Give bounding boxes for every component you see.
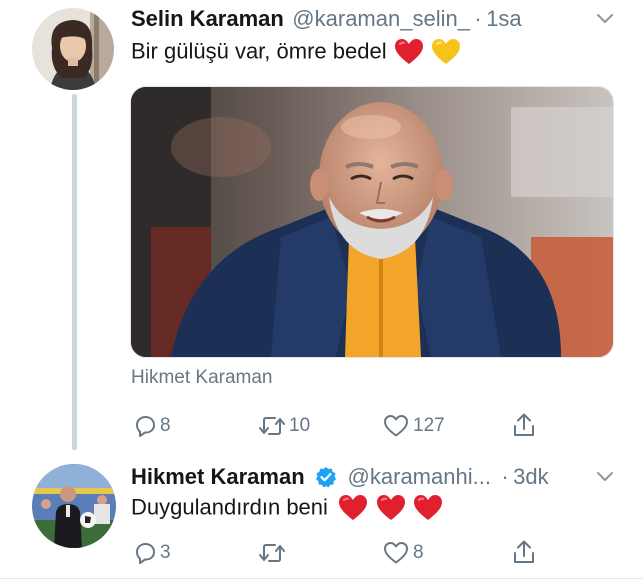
reply-button[interactable]: 3 — [133, 541, 171, 565]
like-count: 127 — [413, 415, 445, 436]
avatar-selin[interactable] — [32, 8, 114, 90]
author-name[interactable]: Hikmet Karaman — [131, 464, 305, 489]
chevron-down-icon[interactable] — [596, 12, 614, 30]
reply-button[interactable]: 8 — [133, 414, 171, 438]
reply-count: 3 — [160, 542, 171, 563]
red-heart-icon — [376, 494, 406, 527]
time-separator: · — [474, 6, 482, 31]
thread-connector-line — [72, 94, 77, 450]
author-handle[interactable]: @karamanhi... — [348, 464, 491, 489]
reply-icon — [133, 414, 157, 438]
like-count: 8 — [413, 542, 424, 563]
author-handle[interactable]: @karaman_selin_ — [292, 6, 470, 31]
share-button[interactable] — [512, 539, 536, 565]
heart-outline-icon — [383, 414, 409, 438]
like-button[interactable]: 127 — [383, 414, 445, 438]
time-separator: · — [501, 464, 509, 489]
verified-badge-icon — [315, 466, 337, 493]
like-button[interactable]: 8 — [383, 541, 424, 565]
red-heart-icon — [394, 38, 424, 71]
retweet-button[interactable]: 10 — [258, 414, 310, 438]
share-icon — [512, 412, 536, 438]
heart-outline-icon — [383, 541, 409, 565]
red-heart-icon — [338, 494, 368, 527]
chevron-down-icon[interactable] — [596, 470, 614, 488]
tweet-photo[interactable] — [130, 86, 614, 358]
share-icon — [512, 539, 536, 565]
tweet-text: Duygulandırdın beni — [131, 494, 328, 520]
timestamp[interactable]: 1sa — [486, 6, 521, 31]
retweet-count: 10 — [289, 415, 311, 436]
retweet-icon — [258, 541, 286, 565]
author-name[interactable]: Selin Karaman — [131, 6, 284, 31]
retweet-icon — [258, 414, 286, 438]
retweet-button[interactable] — [258, 541, 289, 565]
reply-icon — [133, 541, 157, 565]
tweet-text: Bir gülüşü var, ömre bedel — [131, 38, 387, 64]
share-button[interactable] — [512, 412, 536, 438]
media-caption: Hikmet Karaman — [131, 367, 273, 388]
divider — [0, 578, 643, 579]
red-heart-icon — [413, 494, 443, 527]
timestamp[interactable]: 3dk — [513, 464, 548, 489]
avatar-hikmet[interactable] — [32, 464, 116, 548]
yellow-heart-icon — [431, 38, 461, 71]
reply-count: 8 — [160, 415, 171, 436]
